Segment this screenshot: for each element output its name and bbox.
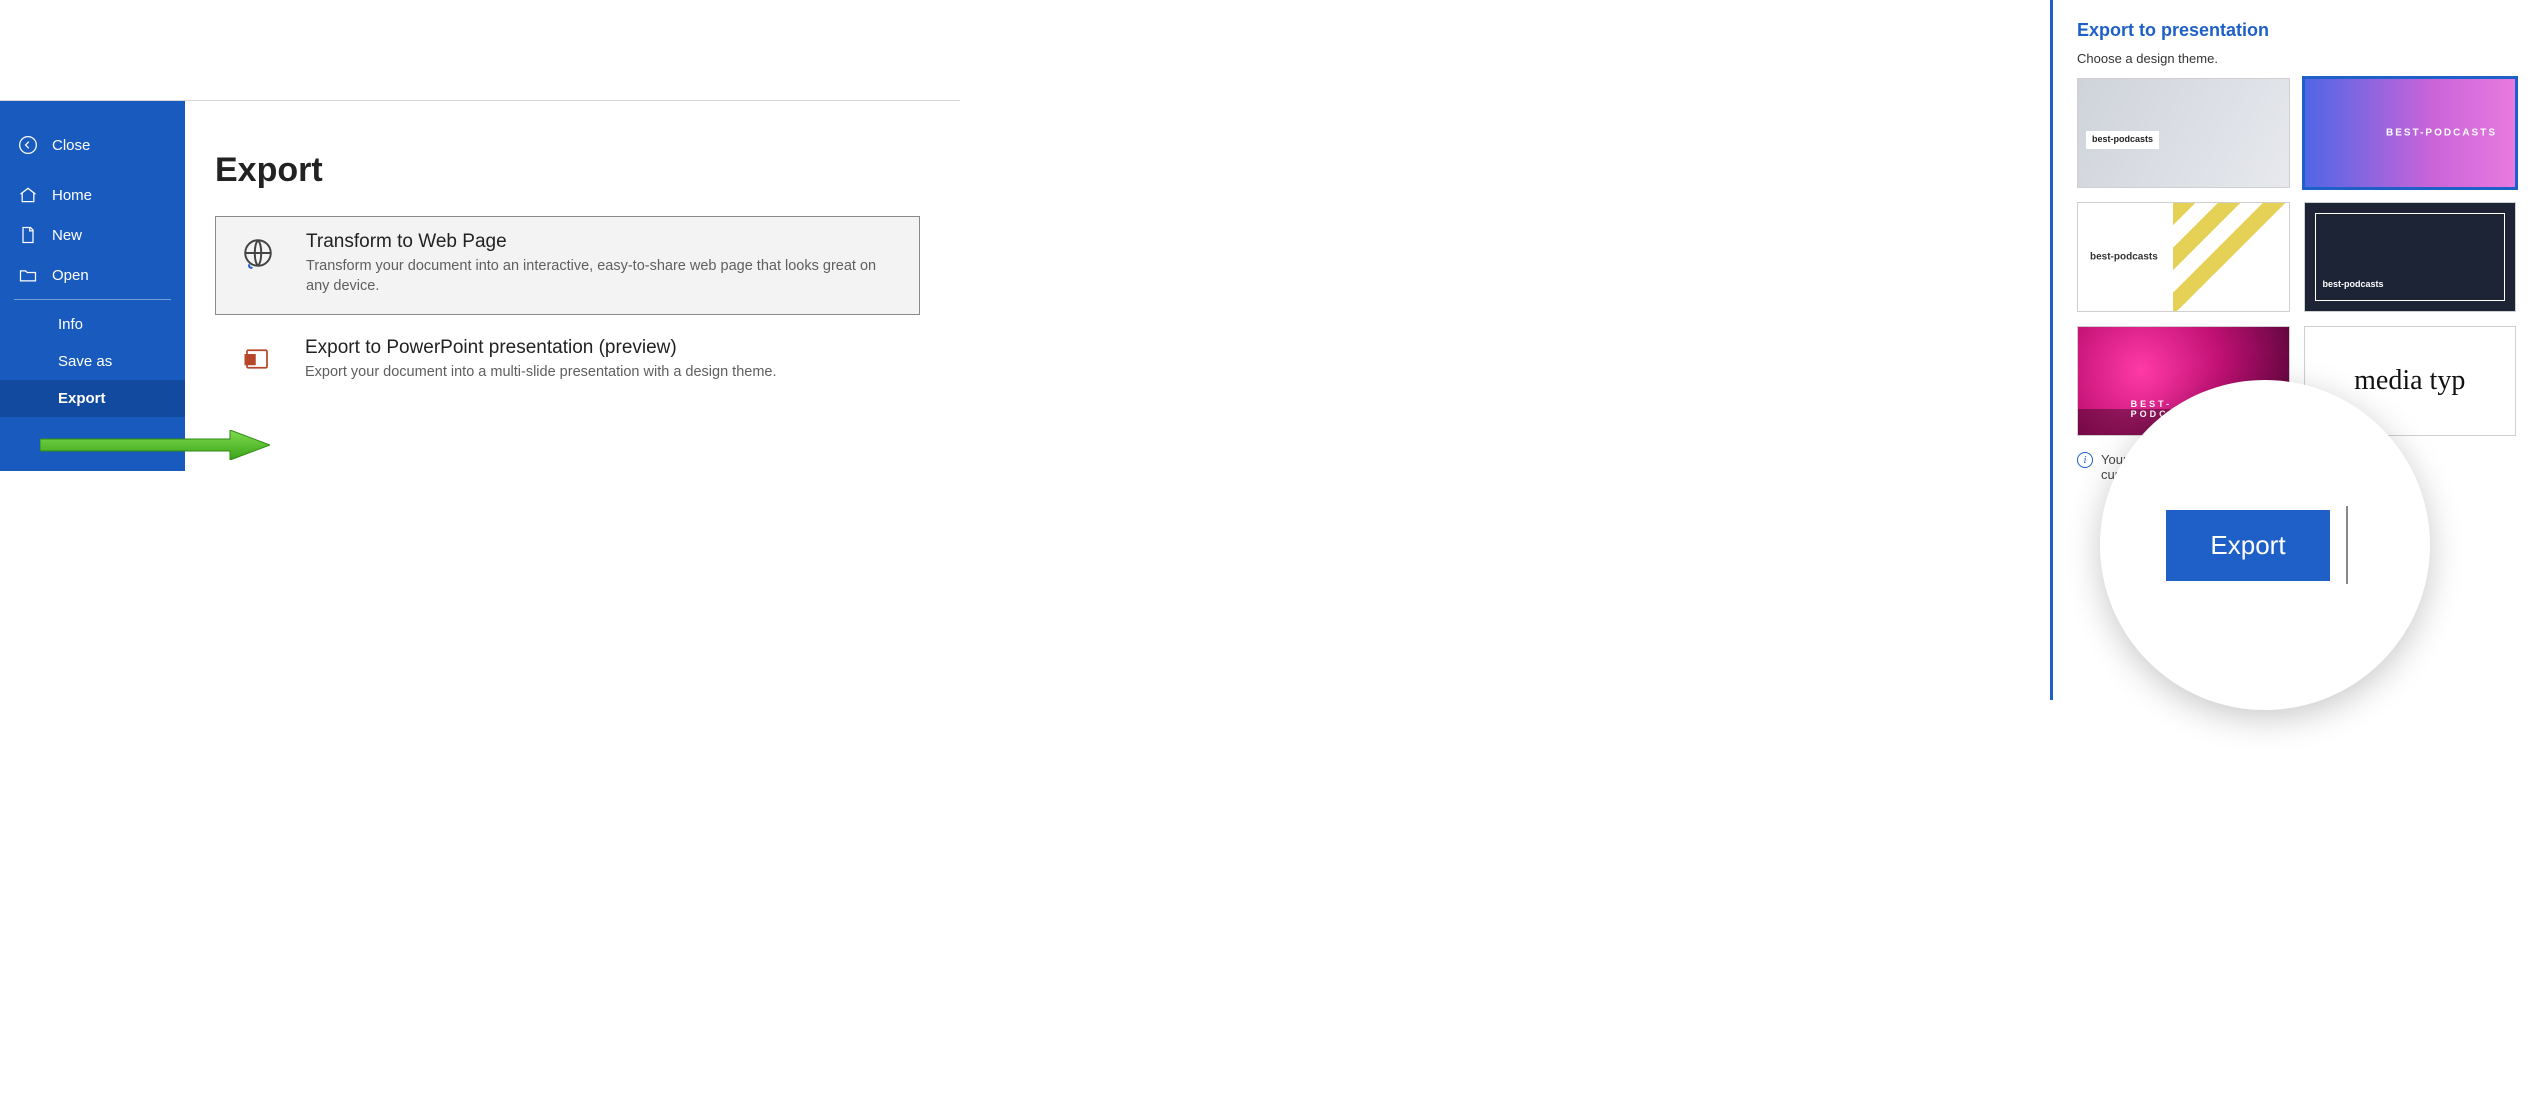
page-title: Export [215,151,920,190]
sidebar-new[interactable]: New [0,215,185,255]
sidebar-export-label: Export [58,390,106,407]
sidebar-info-label: Info [58,316,83,333]
sidebar-open[interactable]: Open [0,255,185,295]
export-button[interactable]: Export [2166,510,2329,581]
sidebar-new-label: New [52,227,82,244]
theme-2-label: BEST-PODCASTS [2386,128,2497,139]
zoom-callout: Export [2100,380,2430,710]
option-web-text: Transform to Web Page Transform your doc… [306,231,899,296]
export-page: Export Transform to Web Page Transform y… [185,101,960,471]
sidebar-home[interactable]: Home [0,175,185,215]
globe-icon [236,231,280,275]
sidebar-divider [14,299,171,300]
sidebar-save-as[interactable]: Save as [0,343,185,380]
theme-4-label: best-podcasts [2323,279,2384,289]
option-ppt-title: Export to PowerPoint presentation (previ… [305,337,777,359]
home-icon [18,185,38,205]
theme-1-label: best-podcasts [2086,131,2159,149]
back-arrow-icon [18,135,38,155]
option-transform-web[interactable]: Transform to Web Page Transform your doc… [215,216,920,315]
panel-title: Export to presentation [2077,20,2516,41]
sidebar-home-label: Home [52,187,92,204]
theme-option-3[interactable]: best-podcasts [2077,202,2290,312]
sidebar-info[interactable]: Info [0,306,185,343]
open-folder-icon [18,265,38,285]
theme-option-4[interactable]: best-podcasts [2304,202,2517,312]
option-web-title: Transform to Web Page [306,231,899,253]
sidebar-export[interactable]: Export [0,380,185,417]
sidebar-close[interactable]: Close [0,125,185,175]
backstage-sidebar: Close Home New Open Info Save as [0,101,185,471]
sidebar-close-label: Close [52,137,90,154]
secondary-button-fragment [2346,506,2364,584]
sidebar-open-label: Open [52,267,89,284]
sidebar-saveas-label: Save as [58,353,112,370]
new-doc-icon [18,225,38,245]
option-ppt-desc: Export your document into a multi-slide … [305,363,777,383]
option-web-desc: Transform your document into an interact… [306,257,899,296]
info-icon: i [2077,452,2093,468]
theme-option-2[interactable]: BEST-PODCASTS [2304,78,2517,188]
panel-subtitle: Choose a design theme. [2077,51,2516,66]
word-backstage: Close Home New Open Info Save as [0,100,960,471]
powerpoint-icon [235,337,279,381]
theme-option-1[interactable]: best-podcasts [2077,78,2290,188]
option-export-powerpoint[interactable]: Export to PowerPoint presentation (previ… [215,337,920,383]
option-ppt-text: Export to PowerPoint presentation (previ… [305,337,777,383]
theme-6-label: media typ [2354,365,2465,397]
theme-3-label: best-podcasts [2090,252,2158,263]
